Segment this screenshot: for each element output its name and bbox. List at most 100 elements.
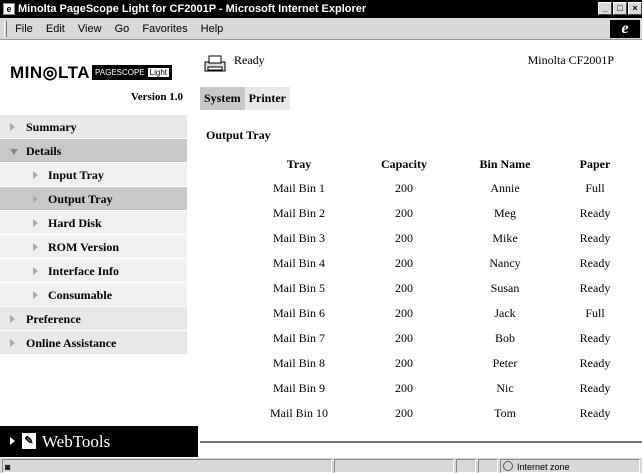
status-bar-cell [456,459,476,473]
table-row: Mail Bin 8 200 Peter Ready [244,351,634,376]
menu-bar-grip[interactable] [4,21,7,38]
version-label: Version 1.0 [130,91,183,103]
paper-status-cell: Ready [579,256,611,270]
ie-logo-icon: e [610,20,640,38]
sidebar-item-label: Preference [26,312,81,326]
sidebar-item-label: Input Tray [48,168,104,182]
tray-cell: Mail Bin 10 [269,406,328,420]
toolbox-icon: ✎ [22,433,36,449]
table-row: Mail Bin 9 200 Nic Ready [244,376,634,401]
tray-cell: Mail Bin 9 [272,381,325,395]
sidebar-item-label: ROM Version [48,240,120,254]
sidebar-item-input-tray[interactable]: Input Tray [0,163,187,187]
sidebar-item-summary[interactable]: Summary [0,115,187,139]
pagescope-edition: Light [147,68,170,77]
close-button[interactable]: × [628,2,642,15]
menu-bar: File Edit View Go Favorites Help e [0,18,642,40]
arrow-icon [33,171,38,179]
bin-name-cell: Annie [490,181,520,195]
sidebar-item-hard-disk[interactable]: Hard Disk [0,211,187,235]
arrow-icon [33,219,38,227]
paper-status-cell: Ready [579,331,611,345]
browser-app-icon[interactable]: e [3,3,15,15]
section-title: Output Tray [206,128,271,142]
arrow-icon [33,267,38,275]
collapsed-arrow-icon [10,315,15,323]
paper-status-cell: Full [585,306,605,320]
tray-cell: Mail Bin 8 [272,356,325,370]
window-title-bar: e Minolta PageScope Light for CF2001P - … [0,0,642,18]
paper-status-cell: Ready [579,406,611,420]
tray-cell: Mail Bin 6 [272,306,325,320]
sidebar-item-output-tray[interactable]: Output Tray [0,187,187,211]
paper-status-cell: Ready [579,231,611,245]
sidebar-item-preference[interactable]: Preference [0,307,187,331]
menu-edit[interactable]: Edit [46,18,65,40]
logo-area: MIN◎LTA PAGESCOPE Light Version 1.0 [0,41,187,113]
status-bar-cell [478,459,498,473]
sidebar-item-consumable[interactable]: Consumable [0,283,187,307]
table-row: Mail Bin 6 200 Jack Full [244,301,634,326]
sidebar-item-rom-version[interactable]: ROM Version [0,235,187,259]
printer-model: Minolta CF2001P [527,53,614,67]
status-text: Ready [234,53,265,67]
main-panel: Ready Minolta CF2001P System Printer Out… [200,41,642,457]
table-row: Mail Bin 5 200 Susan Ready [244,276,634,301]
menu-favorites[interactable]: Favorites [142,18,187,40]
column-header-capacity: Capacity [381,156,427,171]
page-content: MIN◎LTA PAGESCOPE Light Version 1.0 Summa… [0,41,642,457]
expanded-arrow-icon [10,149,18,155]
menu-file[interactable]: File [15,18,33,40]
menu-view[interactable]: View [78,18,102,40]
capacity-cell: 200 [395,281,413,295]
paper-status-cell: Ready [579,381,611,395]
paper-status-cell: Ready [579,356,611,370]
tray-cell: Mail Bin 1 [272,181,325,195]
sidebar-item-label: Details [26,144,62,158]
table-row: Mail Bin 7 200 Bob Ready [244,326,634,351]
status-bar-zone-cell: Internet zone [500,459,640,473]
sidebar-item-details[interactable]: Details [0,139,187,163]
capacity-cell: 200 [395,256,413,270]
sidebar-item-interface-info[interactable]: Interface Info [0,259,187,283]
tab-system[interactable]: System [200,87,245,110]
bin-name-cell: Nancy [489,256,521,270]
zone-label: Internet zone [517,462,570,472]
capacity-cell: 200 [395,206,413,220]
arrow-icon [33,195,38,203]
menu-help[interactable]: Help [201,18,224,40]
window-title: Minolta PageScope Light for CF2001P - Mi… [18,3,367,15]
sidebar-item-label: Online Assistance [26,336,117,350]
internet-zone-icon [503,461,513,471]
tab-bar: System Printer [200,87,290,110]
sidebar-item-label: Interface Info [48,264,119,278]
arrow-icon [33,291,38,299]
menu-go[interactable]: Go [115,18,130,40]
pagescope-name: PAGESCOPE [95,68,145,77]
printer-icon [204,55,226,72]
collapsed-arrow-icon [10,339,15,347]
pagescope-logo: PAGESCOPE Light [92,65,173,80]
table-row: Mail Bin 2 200 Meg Ready [244,201,634,226]
sidebar-item-online-assistance[interactable]: Online Assistance [0,331,187,355]
sidebar-nav: Summary Details Input Tray Output Tray H… [0,115,187,355]
paper-status-cell: Ready [579,206,611,220]
column-header-paper: Paper [579,156,611,171]
maximize-button[interactable]: □ [613,2,627,15]
table-row: Mail Bin 10 200 Tom Ready [244,401,634,426]
sidebar-item-label: Output Tray [48,192,113,206]
table-body: Mail Bin 1 200 Annie Full Mail Bin 2 200 Meg Re… [244,176,634,426]
webtools-button[interactable]: ✎ WebTools [0,426,198,457]
capacity-cell: 200 [395,231,413,245]
bin-name-cell: Meg [494,206,516,220]
output-tray-table: Tray Capacity Bin Name Paper Mail Bin 1 2… [244,152,634,426]
arrow-icon [10,437,15,445]
bin-name-cell: Nic [496,381,514,395]
arrow-icon [33,243,38,251]
minimize-button[interactable]: _ [598,2,612,15]
tray-cell: Mail Bin 7 [272,331,325,345]
tray-cell: Mail Bin 2 [272,206,325,220]
tab-printer[interactable]: Printer [244,87,290,110]
capacity-cell: 200 [395,331,413,345]
bin-name-cell: Jack [494,306,516,320]
